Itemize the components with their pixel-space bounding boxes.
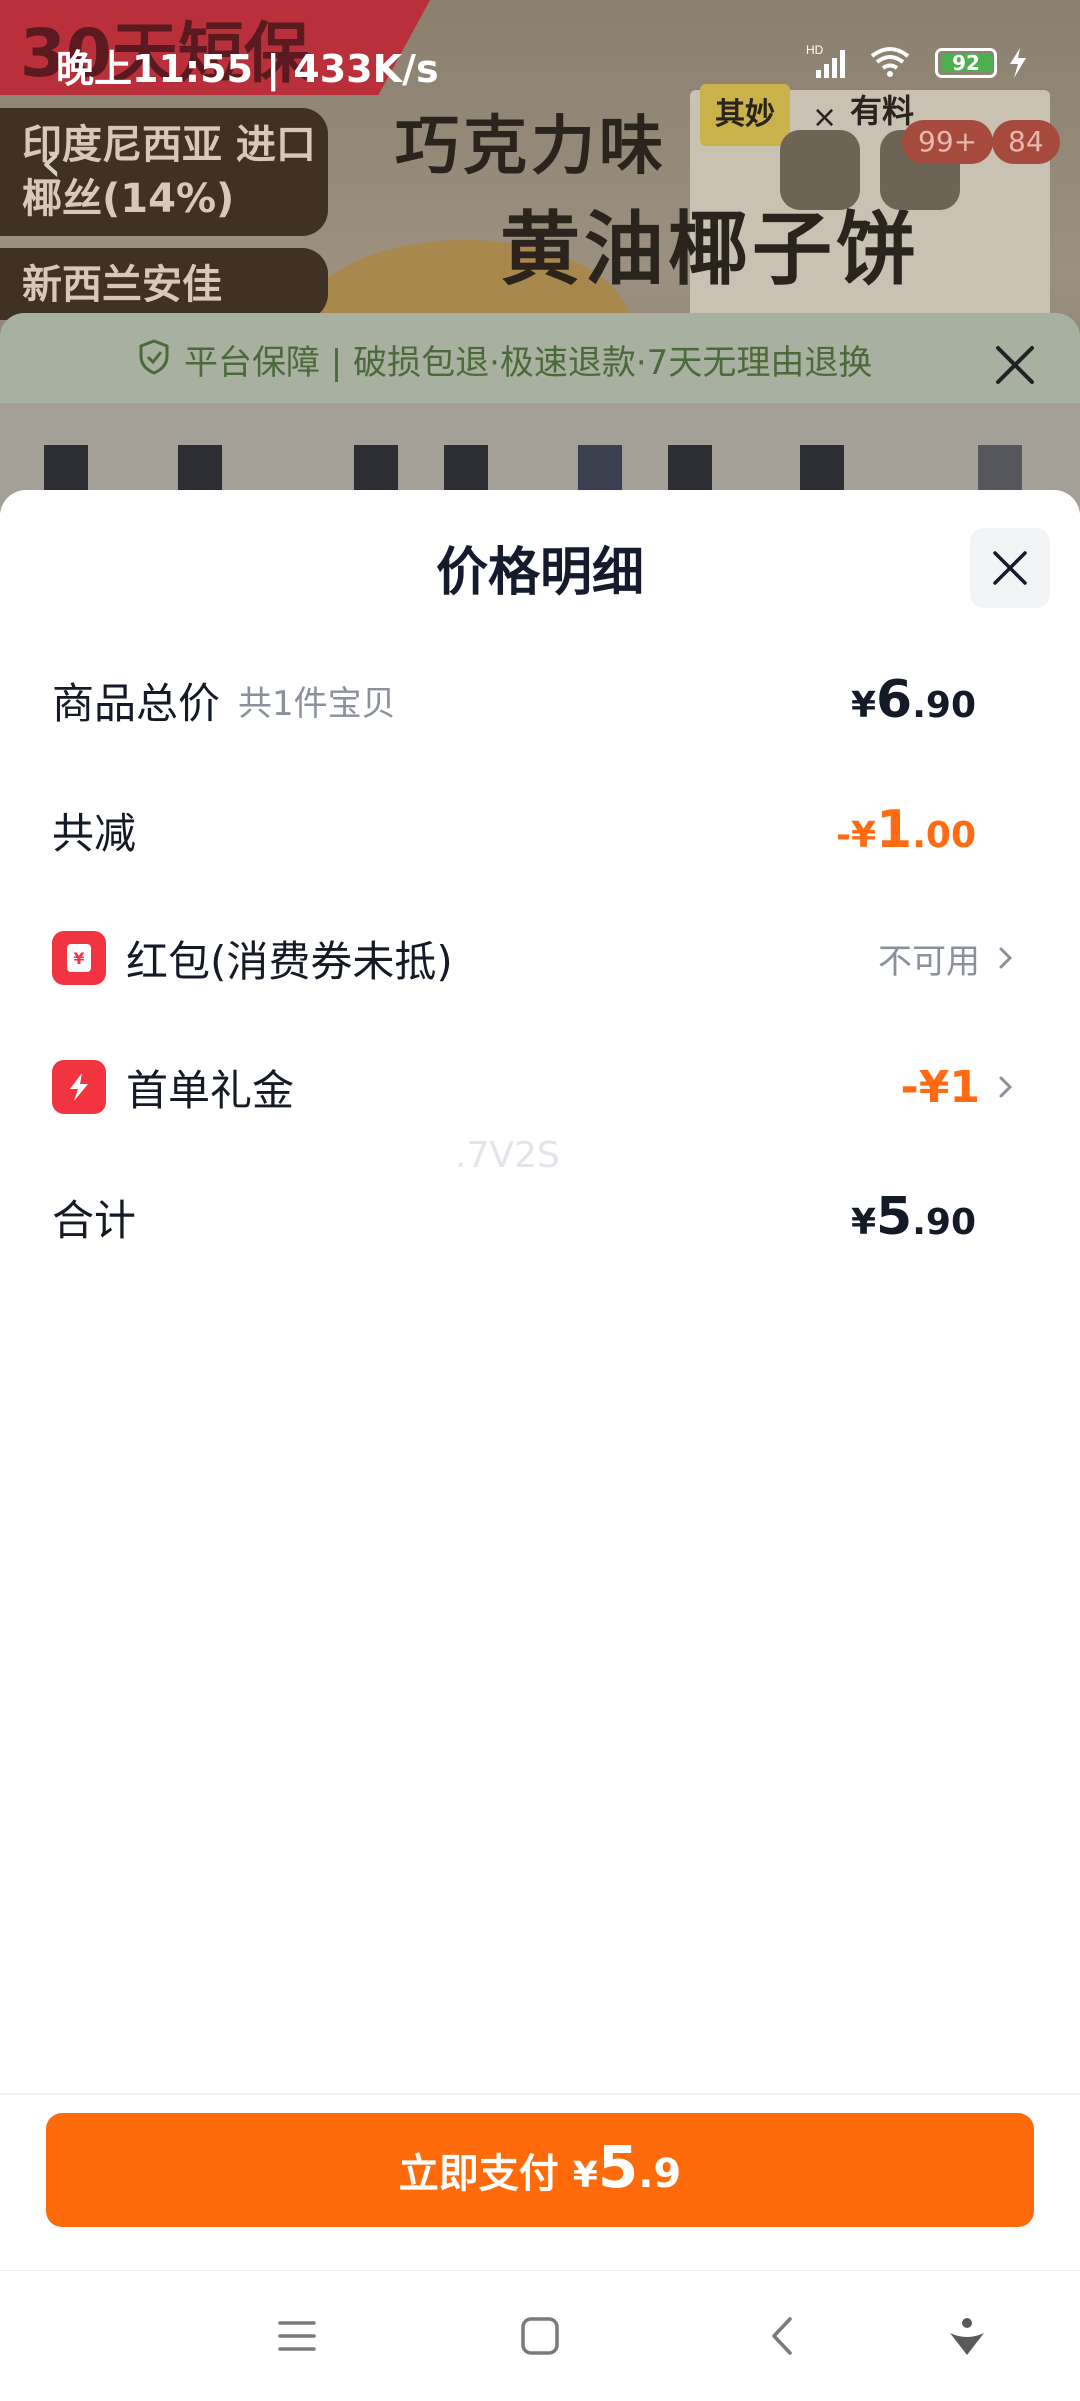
- close-icon: [993, 551, 1027, 585]
- watermark: .7V2S: [455, 1135, 560, 1176]
- row-total-discount: 共减 -¥ 1 .00: [52, 790, 1020, 870]
- currency-symbol: -¥: [836, 815, 877, 856]
- row-label: 红包(消费券未抵): [126, 936, 453, 986]
- currency-symbol: ¥: [850, 1202, 877, 1243]
- ingredient-tag-2: 新西兰安佳: [0, 248, 328, 320]
- row-label: 商品总价: [52, 678, 221, 728]
- price-decimal: .00: [912, 815, 976, 856]
- price-integer: 5: [597, 2133, 639, 2201]
- row-goods-total: 商品总价 共1件宝贝 ¥ 6 .90: [52, 660, 1020, 740]
- chevron-right-icon: [999, 947, 1013, 969]
- price-detail-sheet: 价格明细 商品总价 共1件宝贝 ¥ 6 .90 共减 -¥ 1 .00 ¥ 红包…: [0, 490, 1080, 2270]
- bonus-value: -¥1: [900, 1061, 981, 1113]
- menu-icon[interactable]: [272, 2311, 322, 2361]
- lightning-bonus-icon: [52, 1060, 106, 1114]
- pay-now-button[interactable]: 立即支付 ¥ 5 .9: [46, 2113, 1034, 2227]
- red-packet-icon: ¥: [52, 931, 106, 985]
- product-headline-main: 黄油椰子饼: [500, 203, 920, 296]
- price-decimal: .9: [638, 2151, 682, 2197]
- row-label: 首单礼金: [126, 1065, 295, 1115]
- sheet-close-button[interactable]: [970, 528, 1050, 608]
- back-icon[interactable]: ‹: [40, 130, 62, 195]
- item-count: 共1件宝贝: [238, 683, 396, 724]
- system-navigation-bar: [0, 2270, 1080, 2401]
- row-first-order-bonus[interactable]: 首单礼金 -¥1: [52, 1047, 1020, 1127]
- unavailable-text: 不可用: [878, 941, 980, 982]
- battery-icon: 92: [935, 48, 997, 78]
- cart-count-badge: 99+: [902, 120, 994, 164]
- price-integer: 5: [876, 1187, 913, 1247]
- goods-total-value: ¥ 6 .90: [851, 670, 976, 730]
- price-decimal: .90: [912, 685, 976, 726]
- status-time: 晚上11:55 | 433K/s: [56, 47, 439, 91]
- guarantee-text: 平台保障 | 破损包退·极速退款·7天无理由退换: [184, 343, 873, 383]
- shield-icon: [139, 339, 169, 375]
- status-bar: 晚上11:55 | 433K/s HD 92: [0, 0, 1080, 95]
- sheet-title: 价格明细: [435, 543, 644, 603]
- pay-button-label: 立即支付: [398, 2151, 559, 2197]
- back-icon[interactable]: [758, 2311, 808, 2361]
- assistant-icon[interactable]: [942, 2311, 992, 2361]
- guarantee-banner: 平台保障 | 破损包退·极速退款·7天无理由退换: [0, 313, 1080, 403]
- chevron-right-icon: [999, 1076, 1013, 1098]
- svg-text:HD: HD: [806, 43, 824, 57]
- price-decimal: .90: [912, 1202, 976, 1243]
- divider: [0, 2093, 1080, 2095]
- battery-percent: 92: [952, 51, 980, 75]
- currency-symbol: ¥: [850, 685, 877, 726]
- price-integer: 6: [876, 670, 913, 730]
- close-icon[interactable]: [990, 340, 1040, 390]
- row-subtotal: 合计 ¥ 5 .90: [52, 1177, 1020, 1257]
- price-integer: 1: [876, 800, 913, 860]
- row-label: 合计: [52, 1195, 137, 1245]
- share-icon[interactable]: [780, 130, 860, 210]
- message-count-badge: 84: [992, 120, 1060, 164]
- row-red-packet[interactable]: ¥ 红包(消费券未抵) 不可用: [52, 918, 1020, 998]
- subtotal-value: ¥ 5 .90: [851, 1187, 976, 1247]
- first-order-bonus-link[interactable]: -¥1: [901, 1062, 1021, 1113]
- product-headline: 巧克力味: [395, 110, 667, 184]
- row-label: 共减: [52, 808, 137, 858]
- signal-wifi-icons: HD: [806, 43, 1026, 78]
- svg-text:¥: ¥: [73, 949, 84, 968]
- currency-symbol: ¥: [572, 2155, 598, 2196]
- home-icon[interactable]: [515, 2311, 565, 2361]
- discount-value: -¥ 1 .00: [836, 800, 976, 860]
- red-packet-link[interactable]: 不可用: [878, 934, 1020, 983]
